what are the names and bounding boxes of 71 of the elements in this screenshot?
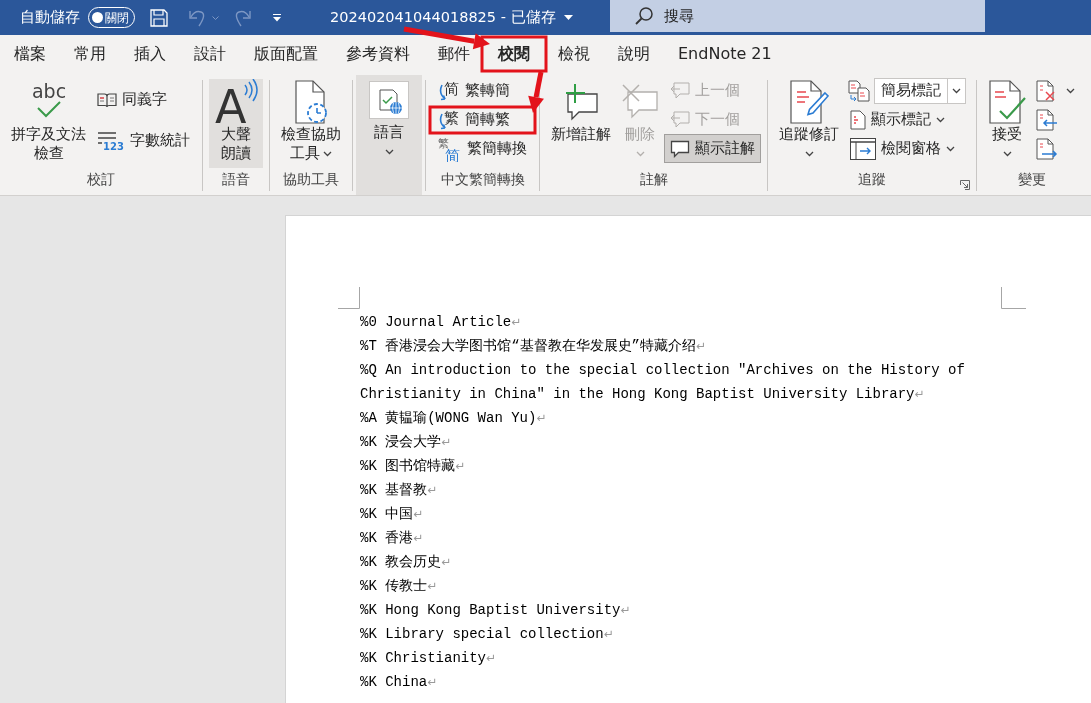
ribbon-tab[interactable]: 檢視 [544, 35, 604, 72]
paragraph-text: %0 Journal Article↵ [360, 313, 522, 332]
show-markup-button[interactable]: 顯示標記 [844, 105, 970, 134]
callout-arrow [528, 71, 544, 113]
ribbon-tab[interactable]: 插入 [120, 35, 180, 72]
document-arrow-icon [1036, 108, 1058, 131]
language-button[interactable]: 語言 [356, 75, 422, 195]
paragraph-text: %K Christianity↵ [360, 649, 497, 668]
paragraph-text: %K Library special collection↵ [360, 625, 614, 644]
track-changes-button[interactable]: 追蹤修訂 [774, 79, 844, 168]
group-label: 註解 [639, 170, 668, 189]
paragraph-text: %Q An introduction to the special collection "Archives on the History of Christianity in China" in the Hong Kong Baptist University Library↵ [360, 361, 966, 404]
group-label: 追蹤 [858, 170, 886, 189]
spelling-grammar-button[interactable]: abc 拼字及文法 檢查 [6, 79, 91, 168]
autosave-label: 自動儲存 [20, 7, 80, 29]
group-label: 變更 [1017, 170, 1046, 189]
ribbon-tab[interactable]: 說明 [604, 35, 664, 72]
word-count-button[interactable]: 123 字數統計 [91, 126, 196, 156]
paragraph-text: %K 图书馆特藏↵ [360, 457, 466, 476]
group-label: 中文繁簡轉換 [440, 170, 525, 189]
book-icon [97, 91, 117, 108]
show-comments-button[interactable]: 顯示註解 [664, 134, 761, 163]
paragraph-text: %K 教会历史↵ [360, 553, 452, 572]
search-icon [635, 7, 653, 25]
group-label: 校訂 [87, 170, 115, 189]
document-pencil-icon [789, 79, 829, 125]
caret-icon[interactable] [563, 15, 573, 20]
comment-x-icon [621, 83, 659, 121]
corner-mark-icon [1001, 287, 1026, 309]
paragraph-text: %T 香港浸会大学图书馆“基督教在华发展史”特藏介绍↵ [360, 337, 707, 356]
search-field[interactable]: 搜尋 [610, 0, 985, 32]
comment-icon [670, 139, 690, 158]
comment-arrow-icon [670, 81, 690, 100]
document-x-icon [1036, 79, 1058, 102]
paragraph-text: %A 黄韫瑜(WONG Wan Yu)↵ [360, 409, 547, 428]
reviewing-pane-button[interactable]: 檢閱窗格 [844, 134, 970, 163]
dialog-launcher-icon[interactable] [960, 180, 970, 190]
new-comment-button[interactable]: 新增註解 [546, 79, 616, 168]
toggle-knob-icon [92, 12, 103, 23]
customize-icon[interactable] [272, 13, 282, 22]
group-label: 協助工具 [283, 170, 339, 189]
group-label: 語音 [222, 170, 250, 189]
document-checkmark-icon [988, 79, 1026, 125]
paragraph-text: %K 中国↵ [360, 505, 424, 524]
markup-select[interactable]: 簡易標記 [874, 77, 966, 104]
documents-arrow-icon [848, 79, 870, 102]
paragraph-text: %K Hong Kong Baptist University↵ [360, 601, 631, 620]
ribbon-tab[interactable]: 常用 [60, 35, 120, 72]
paragraph-text: %K China↵ [360, 673, 438, 692]
paragraph-text: %K 浸会大学↵ [360, 433, 452, 452]
comment-arrow-icon [670, 110, 690, 129]
ribbon-tab[interactable]: 郵件 [424, 35, 484, 72]
check-accessibility-button[interactable]: 檢查協助 工具 [276, 79, 346, 168]
document-arrow-icon [1036, 137, 1058, 160]
accept-button[interactable]: 接受 [983, 79, 1031, 168]
ribbon-tab[interactable]: 版面配置 [240, 35, 332, 72]
paragraph-text: %K 香港↵ [360, 529, 424, 548]
thesaurus-button[interactable]: 同義字 [91, 85, 196, 115]
paragraph-text: %K 基督教↵ [360, 481, 438, 500]
ribbon-tab[interactable]: 校閱 [484, 35, 544, 72]
ribbon-tab[interactable]: EndNote 21 [664, 35, 786, 72]
corner-mark-icon [338, 287, 360, 309]
save-icon[interactable] [150, 8, 168, 27]
document-title[interactable]: 202402041044018825 - 已儲存 [330, 6, 556, 29]
read-aloud-button[interactable]: A大聲 朗讀 [209, 79, 263, 168]
ribbon-tab[interactable]: 參考資料 [332, 35, 424, 72]
ribbon-tab[interactable]: 檔案 [0, 35, 60, 72]
document-lines-icon [850, 109, 866, 130]
document-globe-icon [369, 81, 409, 119]
paragraph-text: %K 传教士↵ [360, 577, 438, 596]
ribbon-tab[interactable]: 設計 [180, 35, 240, 72]
